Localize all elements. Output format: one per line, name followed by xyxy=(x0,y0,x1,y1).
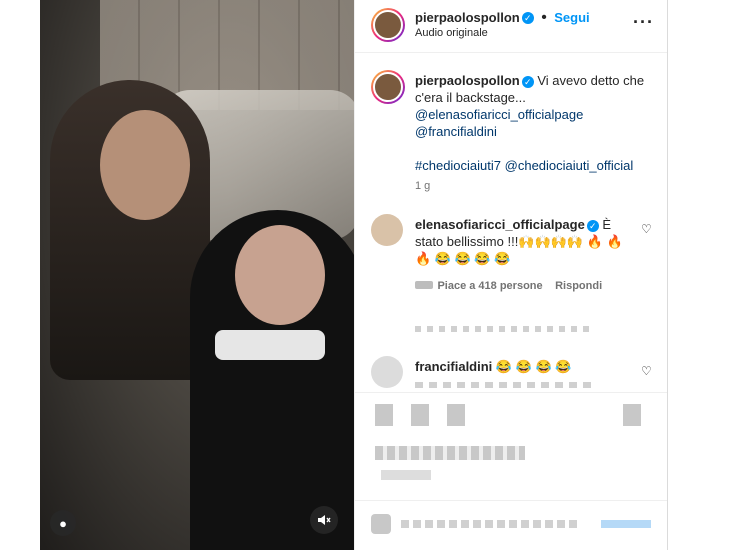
more-horizontal-icon[interactable]: ··· xyxy=(633,12,654,33)
commenter-avatar[interactable] xyxy=(371,214,403,246)
post-video[interactable]: ● xyxy=(40,0,354,550)
comment-username[interactable]: elenasofiaricci_officialpage xyxy=(415,217,585,232)
comment-icon[interactable] xyxy=(411,404,429,426)
mention-francifialdini[interactable]: @francifialdini xyxy=(415,124,497,139)
right-margin xyxy=(667,0,740,550)
muted-speaker-icon xyxy=(318,515,331,525)
comment-username[interactable]: francifialdini xyxy=(415,359,492,374)
caption-avatar[interactable] xyxy=(371,70,405,104)
reply-button[interactable]: Rispondi xyxy=(555,280,602,292)
caption-username[interactable]: pierpaolospollon xyxy=(415,73,520,88)
nun-face xyxy=(235,225,325,325)
post-header: pierpaolospollon ✓ • Segui xyxy=(415,9,590,27)
like-icon[interactable] xyxy=(375,404,393,426)
share-icon[interactable] xyxy=(447,404,465,426)
heart-icon[interactable]: ♡ xyxy=(641,222,652,236)
nun-collar xyxy=(215,330,325,360)
comment: francifialdini 😂 😂 😂 😂 xyxy=(415,358,635,375)
comment: elenasofiaricci_officialpage ✓ È stato be… xyxy=(415,216,635,267)
left-margin xyxy=(0,0,40,550)
separator: • xyxy=(541,9,547,26)
comment-input[interactable] xyxy=(401,520,581,528)
commenter-avatar[interactable] xyxy=(371,356,403,388)
mute-button[interactable] xyxy=(310,506,338,534)
author-username[interactable]: pierpaolospollon xyxy=(415,10,520,25)
audio-label[interactable]: Audio originale xyxy=(415,27,488,39)
user-tags-button[interactable]: ● xyxy=(50,510,76,536)
comment-likes[interactable]: Piace a 418 persone xyxy=(437,280,542,292)
mention-chediociaiuti-official[interactable]: @chediociaiuti_official xyxy=(505,158,634,173)
follow-button[interactable]: Segui xyxy=(554,10,589,25)
verified-icon: ✓ xyxy=(521,11,534,24)
view-replies-obscured[interactable] xyxy=(415,326,595,332)
pixelated-timestamp xyxy=(415,280,433,289)
likes-count-obscured xyxy=(375,446,525,460)
verified-icon: ✓ xyxy=(521,75,534,88)
author-avatar[interactable] xyxy=(371,8,405,42)
comment-text: 😂 😂 😂 😂 xyxy=(495,359,572,374)
mention-elenasofiaricci[interactable]: @elenasofiaricci_officialpage xyxy=(415,107,583,122)
post-age: 1 g xyxy=(415,180,431,192)
verified-icon: ✓ xyxy=(586,219,599,232)
hashtag-chediociaiuti7[interactable]: #chediociaiuti7 xyxy=(415,158,501,173)
divider xyxy=(355,500,667,501)
emoji-icon[interactable] xyxy=(371,514,391,534)
post-comment-button[interactable] xyxy=(601,520,651,528)
comment-meta: Piace a 418 persone Rispondi xyxy=(415,276,602,294)
comment-meta-obscured xyxy=(415,382,595,388)
post-date-obscured xyxy=(381,470,431,480)
heart-icon[interactable]: ♡ xyxy=(641,364,652,378)
user-icon: ● xyxy=(59,515,67,531)
post-sidebar: pierpaolospollon ✓ • Segui Audio original… xyxy=(354,0,667,550)
man-face xyxy=(100,110,190,220)
divider xyxy=(355,392,667,393)
divider xyxy=(355,52,667,53)
caption: pierpaolospollon ✓ Vi avevo detto che c'e… xyxy=(415,72,655,174)
save-icon[interactable] xyxy=(623,404,641,426)
